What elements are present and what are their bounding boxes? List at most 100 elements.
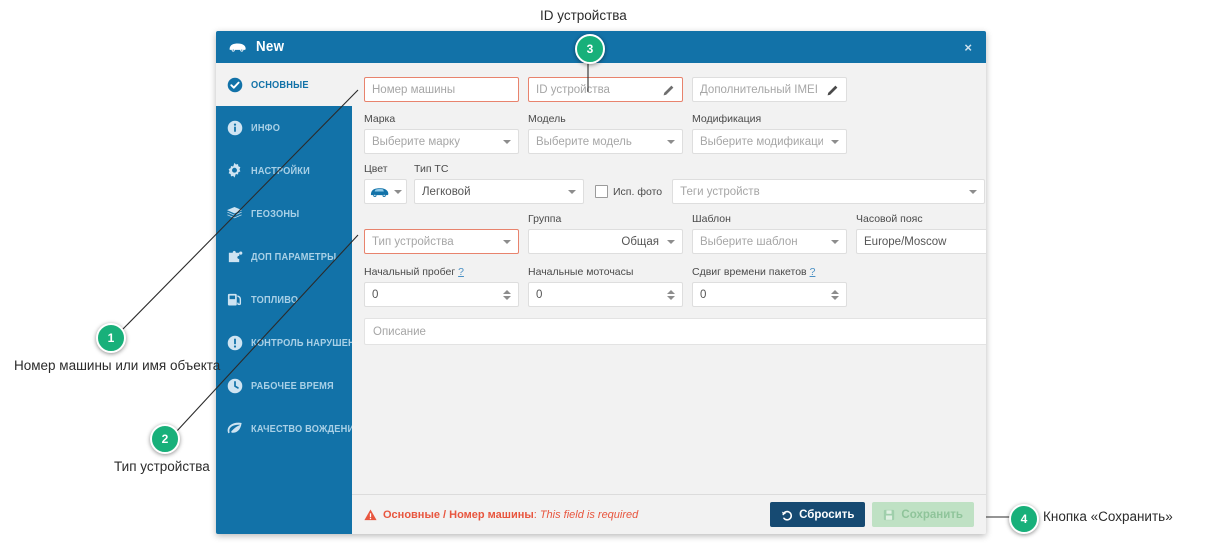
chevron-down-icon	[667, 139, 675, 144]
stepper-arrows-icon[interactable]	[825, 289, 839, 300]
group-label: Группа	[528, 213, 562, 225]
fuel-pump-icon	[226, 291, 243, 308]
packet-time-shift-stepper[interactable]: 0	[692, 282, 847, 307]
car-color-icon	[370, 187, 389, 197]
timezone-label: Часовой пояс	[856, 213, 923, 225]
exclamation-circle-icon	[226, 334, 243, 351]
sidebar-item-toplivo[interactable]: ТОПЛИВО	[216, 278, 352, 321]
help-hint-icon[interactable]: ?	[458, 266, 464, 278]
extra-imei-input[interactable]: Дополнительный IMEI	[692, 77, 847, 102]
dialog-body: ОСНОВНЫЕ ИНФО НАСТРОЙКИ ГЕОЗОНЫ ДОП ПАРА…	[216, 63, 986, 534]
annotation-marker-4: 4	[1009, 504, 1039, 534]
chevron-down-icon	[831, 139, 839, 144]
group-select[interactable]: Общая	[528, 229, 683, 254]
packet-time-shift-label: Сдвиг времени пакетов ?	[692, 266, 847, 279]
model-value: Выберите модель	[536, 135, 632, 148]
form-row-identifiers: Номер машины ID устройства Дополнительны…	[364, 77, 986, 102]
initial-mileage-value: 0	[372, 288, 379, 301]
initial-mileage-label: Начальный пробег ?	[364, 266, 519, 279]
vehicle-type-value: Легковой	[422, 185, 471, 198]
sidebar-item-kontrol-narusheniy[interactable]: КОНТРОЛЬ НАРУШЕН...	[216, 321, 363, 364]
annotation-marker-2: 2	[150, 424, 180, 454]
dialog-footer: Основные / Номер машины: This field is re…	[352, 494, 986, 534]
help-hint-icon[interactable]: ?	[810, 266, 816, 278]
initial-mileage-stepper[interactable]: 0	[364, 282, 519, 307]
annotation-label-3: ID устройства	[540, 8, 627, 23]
color-label: Цвет	[364, 163, 388, 175]
description-placeholder: Описание	[373, 325, 426, 338]
sidebar-item-nastroyki[interactable]: НАСТРОЙКИ	[216, 149, 352, 192]
annotation-marker-3: 3	[575, 34, 605, 64]
device-type-select[interactable]: Тип устройства	[364, 229, 519, 254]
vehicle-type-select[interactable]: Легковой	[414, 179, 584, 204]
form-row-numeric: Начальный пробег ? 0 Начальные моточасы …	[364, 266, 986, 307]
annotation-label-1: Номер машины или имя объекта	[14, 358, 221, 373]
footer-buttons: Сбросить Сохранить	[770, 502, 974, 527]
template-select[interactable]: Выберите шаблон	[692, 229, 847, 254]
chevron-down-icon	[503, 239, 511, 244]
chevron-down-icon	[503, 139, 511, 144]
device-tags-select[interactable]: Теги устройств	[672, 179, 986, 204]
modification-select[interactable]: Выберите модификацию	[692, 129, 847, 154]
device-id-input[interactable]: ID устройства	[528, 77, 683, 102]
sidebar-item-rabochee-vremya[interactable]: РАБОЧЕЕ ВРЕМЯ	[216, 364, 352, 407]
dialog-title: New	[256, 39, 285, 55]
validation-error-text: This field is required	[539, 508, 639, 521]
gear-icon	[226, 162, 243, 179]
annotation-label-4: Кнопка «Сохранить»	[1043, 509, 1173, 524]
new-object-dialog: New × ОСНОВНЫЕ ИНФО НАСТРОЙКИ ГЕОЗОНЫ ДО…	[216, 31, 986, 534]
initial-engine-hours-stepper[interactable]: 0	[528, 282, 683, 307]
use-photo-label: Исп. фото	[613, 185, 663, 198]
save-button[interactable]: Сохранить	[872, 502, 974, 527]
pencil-icon[interactable]	[827, 84, 839, 96]
initial-mileage-label-text: Начальный пробег	[364, 266, 456, 278]
color-picker[interactable]	[364, 179, 407, 204]
form-panel: Номер машины ID устройства Дополнительны…	[352, 63, 986, 534]
stepper-arrows-icon[interactable]	[497, 289, 511, 300]
description-input[interactable]: Описание	[364, 318, 986, 345]
model-select[interactable]: Выберите модель	[528, 129, 683, 154]
vehicle-type-label: Тип ТС	[414, 163, 449, 175]
layers-icon	[226, 205, 243, 222]
packet-time-shift-value: 0	[700, 288, 707, 301]
stepper-arrows-icon[interactable]	[661, 289, 675, 300]
sidebar-item-kachestvo-vozhdeniya[interactable]: КАЧЕСТВО ВОЖДЕНИЯ	[216, 407, 361, 450]
info-circle-icon	[226, 119, 243, 136]
car-icon	[228, 41, 247, 53]
brand-select[interactable]: Выберите марку	[364, 129, 519, 154]
floppy-disk-icon	[883, 509, 895, 521]
clock-icon	[226, 377, 243, 394]
check-circle-icon	[226, 76, 243, 93]
sidebar-item-info[interactable]: ИНФО	[216, 106, 352, 149]
use-photo-spacer	[593, 163, 668, 176]
model-label: Модель	[528, 113, 566, 125]
modification-label: Модификация	[692, 113, 762, 125]
save-button-label: Сохранить	[901, 508, 963, 521]
sidebar-item-geozony[interactable]: ГЕОЗОНЫ	[216, 192, 352, 235]
reset-button[interactable]: Сбросить	[770, 502, 866, 527]
close-icon[interactable]: ×	[960, 38, 976, 57]
group-value: Общая	[621, 235, 659, 248]
sidebar-item-label: НАСТРОЙКИ	[251, 164, 310, 177]
timezone-select[interactable]: Europe/Moscow	[856, 229, 986, 254]
sidebar-item-osnovnye[interactable]: ОСНОВНЫЕ	[216, 63, 352, 106]
timezone-value: Europe/Moscow	[864, 235, 947, 248]
use-photo-checkbox[interactable]	[595, 185, 608, 198]
brand-value: Выберите марку	[372, 135, 460, 148]
device-type-spacer	[364, 213, 519, 226]
sidebar-item-dop-parametry[interactable]: ДОП ПАРАМЕТРЫ	[216, 235, 352, 278]
use-photo-checkbox-wrap[interactable]: Исп. фото	[595, 179, 662, 204]
template-label: Шаблон	[692, 213, 731, 225]
leaf-icon	[226, 420, 243, 437]
brand-label: Марка	[364, 113, 396, 125]
pencil-icon[interactable]	[663, 84, 675, 96]
initial-engine-hours-value: 0	[536, 288, 543, 301]
dialog-sidebar: ОСНОВНЫЕ ИНФО НАСТРОЙКИ ГЕОЗОНЫ ДОП ПАРА…	[216, 63, 363, 534]
annotation-marker-2-number: 2	[161, 432, 169, 446]
annotation-marker-4-number: 4	[1020, 512, 1028, 526]
puzzle-icon	[226, 248, 243, 265]
car-number-input[interactable]: Номер машины	[364, 77, 519, 102]
reset-button-label: Сбросить	[799, 508, 855, 521]
sidebar-item-label: ИНФО	[251, 121, 281, 134]
sidebar-item-label: ГЕОЗОНЫ	[251, 207, 300, 220]
